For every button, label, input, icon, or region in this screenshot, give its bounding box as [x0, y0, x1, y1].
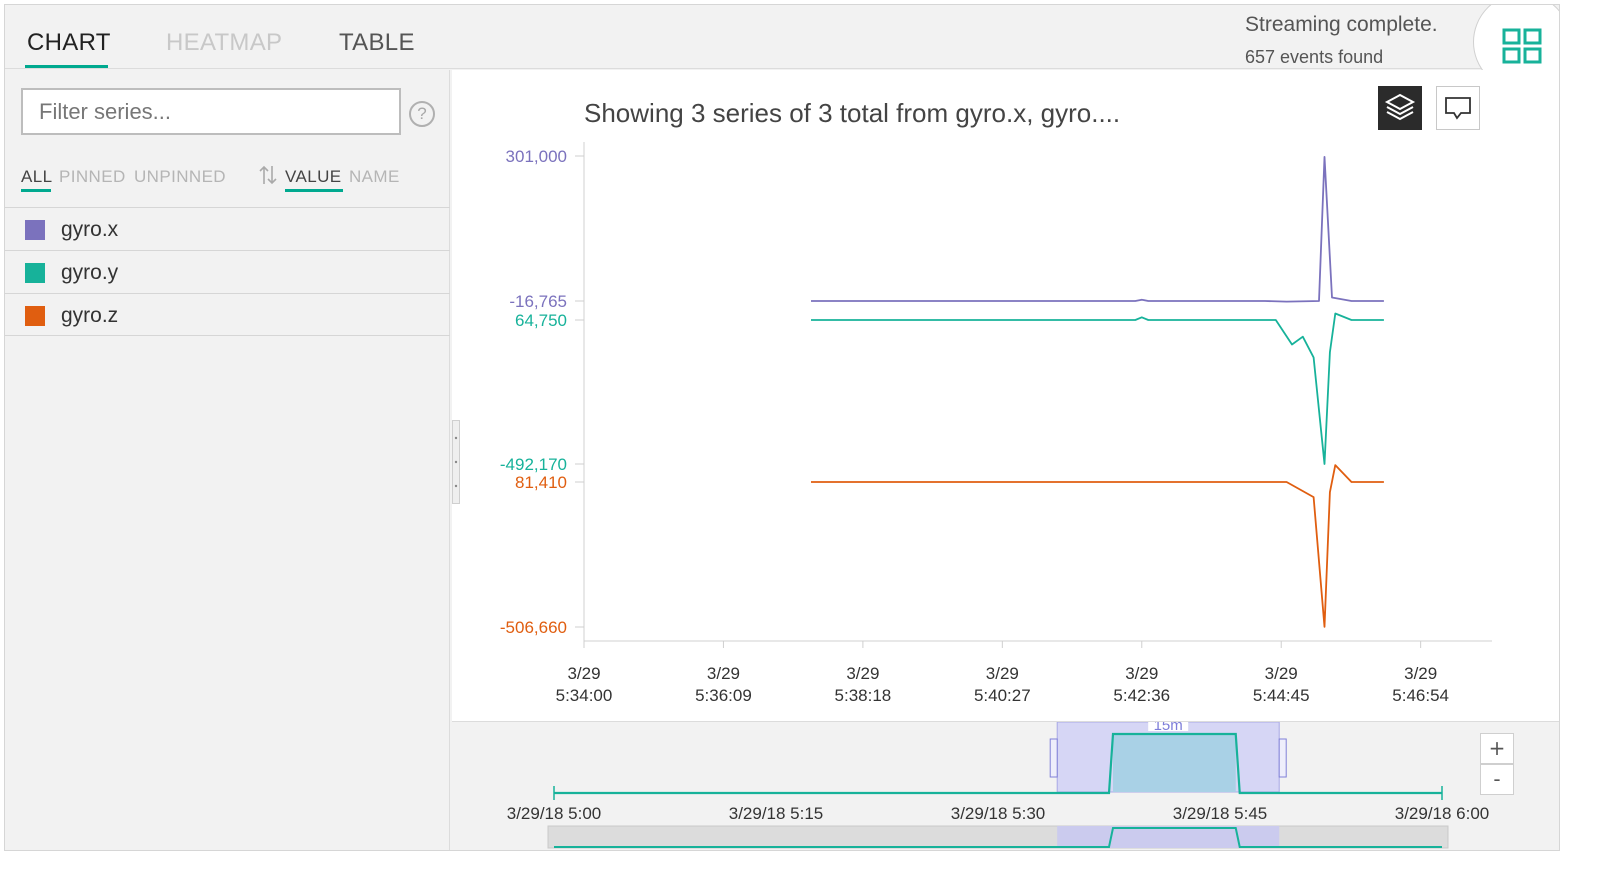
- series-item-gyro-y[interactable]: gyro.y: [5, 250, 450, 293]
- timeline-overview[interactable]: 15m 3/29/18 5:00 3/29/18 5:15 3/29/18 5:30 3…: [452, 722, 1560, 851]
- filter-unpinned[interactable]: UNPINNED: [134, 167, 226, 187]
- tab-heatmap[interactable]: HEATMAP: [166, 29, 282, 57]
- data-density-area: [1113, 734, 1236, 792]
- y-axis-label: -16,765: [509, 292, 567, 311]
- timeline-tick-label: 3/29/18 5:45: [1173, 804, 1268, 823]
- series-line-gyro-y[interactable]: [811, 312, 1384, 465]
- zoom-out-button[interactable]: -: [1480, 764, 1514, 795]
- x-tick-label: 3/29 5:38:18: [835, 664, 892, 705]
- tab-chart[interactable]: CHART: [27, 29, 111, 57]
- series-line-gyro-x[interactable]: [811, 156, 1384, 303]
- timeline-tick-label: 3/29/18 5:15: [729, 804, 824, 823]
- timeline-data-line: [554, 732, 1442, 795]
- series-item-gyro-z[interactable]: gyro.z: [5, 293, 450, 336]
- series-name: gyro.x: [61, 218, 119, 241]
- x-tick-label: 3/29 5:36:09: [695, 664, 752, 705]
- x-tick-label: 3/29 5:34:00: [556, 664, 613, 705]
- y-axis-label: -506,660: [500, 618, 567, 637]
- x-tick-label: 3/29 5:42:36: [1113, 664, 1170, 705]
- help-icon[interactable]: ?: [409, 101, 435, 127]
- series-line-gyro-z[interactable]: [811, 464, 1384, 628]
- timeline-tick-label: 3/29/18 5:30: [951, 804, 1046, 823]
- timeline-tick-label: 3/29/18 6:00: [1395, 804, 1490, 823]
- series-color-swatch: [25, 263, 45, 283]
- y-axis-label: 81,410: [515, 473, 567, 492]
- filter-series-input[interactable]: [21, 88, 401, 135]
- panel-splitter-handle[interactable]: [452, 420, 460, 504]
- y-axis-label: 301,000: [506, 147, 567, 166]
- scrollbar-thumb[interactable]: [1057, 826, 1280, 848]
- timeline-navigator[interactable]: 15m 3/29/18 5:00 3/29/18 5:15 3/29/18 5:30 3…: [452, 721, 1560, 851]
- status-message: Streaming complete.: [1245, 13, 1438, 36]
- series-color-swatch: [25, 306, 45, 326]
- series-color-swatch: [25, 220, 45, 240]
- sort-icon[interactable]: [258, 164, 278, 186]
- series-name: gyro.y: [61, 261, 119, 284]
- filter-all-indicator: [21, 189, 51, 192]
- sort-value-indicator: [285, 189, 343, 192]
- filter-pinned[interactable]: PINNED: [59, 167, 126, 187]
- app-window: CHART HEATMAP TABLE Streaming complete. …: [4, 4, 1560, 851]
- timeline-scrollbar[interactable]: [547, 825, 1449, 849]
- top-bar: CHART HEATMAP TABLE Streaming complete. …: [5, 5, 1559, 91]
- active-tab-indicator: [25, 65, 108, 68]
- x-tick-label: 3/29 5:44:45: [1253, 664, 1310, 705]
- timeline-tick-label: 3/29/18 5:00: [507, 804, 602, 823]
- chart-panel: Showing 3 series of 3 total from gyro.x,…: [452, 70, 1560, 721]
- sort-by-name[interactable]: NAME: [349, 167, 400, 187]
- sort-by-value[interactable]: VALUE: [285, 167, 342, 187]
- series-list: gyro.x gyro.y gyro.z: [5, 207, 450, 336]
- window-duration-label: 15m: [1154, 722, 1183, 734]
- zoom-in-button[interactable]: +: [1480, 733, 1514, 764]
- tab-table[interactable]: TABLE: [339, 29, 415, 57]
- window-right-handle[interactable]: [1278, 738, 1287, 778]
- series-item-gyro-x[interactable]: gyro.x: [5, 207, 450, 250]
- event-count: 657 events found: [1245, 47, 1384, 67]
- y-axis-label: -492,170: [500, 455, 567, 474]
- series-name: gyro.z: [61, 304, 119, 327]
- filter-all[interactable]: ALL: [21, 167, 52, 187]
- window-left-handle[interactable]: [1049, 738, 1058, 778]
- line-chart[interactable]: 3/29 5:34:00 3/29 5:36:09 3/29 5:38:18 3/29 5:4…: [452, 70, 1560, 721]
- series-sidebar: ? ALL PINNED UNPINNED VALUE NAME gyro.x …: [5, 70, 450, 850]
- x-tick-label: 3/29 5:46:54: [1392, 664, 1449, 705]
- drag-dots-icon: [454, 436, 458, 488]
- y-axis-label: 64,750: [515, 311, 567, 330]
- x-tick-label: 3/29 5:40:27: [974, 664, 1031, 705]
